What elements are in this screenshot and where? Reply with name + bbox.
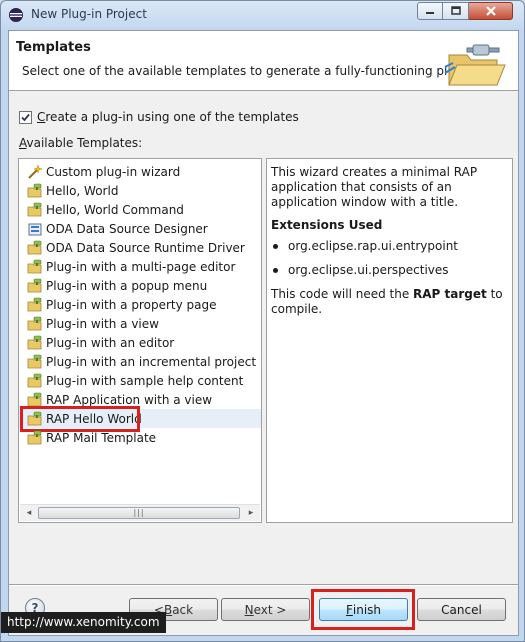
cancel-button[interactable]: Cancel <box>417 598 506 621</box>
horizontal-scrollbar[interactable]: ◂ ||| ▸ <box>20 504 260 521</box>
plugin-template-icon <box>27 430 42 444</box>
plugin-template-icon <box>27 335 42 349</box>
next-button[interactable]: Next > <box>221 598 310 621</box>
template-item-label: RAP Application with a view <box>46 392 213 407</box>
scroll-right-arrow[interactable]: ▸ <box>244 507 258 520</box>
template-item-label: Plug-in with a view <box>46 316 159 331</box>
template-item-label: ODA Data Source Designer <box>46 221 208 236</box>
plugin-template-icon <box>27 259 42 273</box>
title-bar[interactable]: New Plug-in Project <box>1 1 524 29</box>
available-templates-label: Available Templates: <box>19 136 143 150</box>
watermark-url: http://www.xenomity.com <box>1 612 166 633</box>
wand-icon <box>28 163 43 179</box>
plugin-template-icon <box>27 240 42 254</box>
template-item[interactable]: ODA Data Source Designer <box>19 219 261 238</box>
template-item[interactable]: Plug-in with an editor <box>19 333 261 352</box>
template-item-label: Plug-in with a popup menu <box>46 278 208 293</box>
scroll-thumb[interactable]: ||| <box>38 507 240 519</box>
template-item[interactable]: Plug-in with a multi-page editor <box>19 257 261 276</box>
plugin-template-icon <box>27 373 42 387</box>
extension-item: org.eclipse.ui.perspectives <box>271 263 508 278</box>
extension-item: org.eclipse.rap.ui.entrypoint <box>271 239 508 254</box>
template-item-label: Plug-in with an incremental project buil… <box>46 354 261 369</box>
template-description: This wizard creates a minimal RAP applic… <box>266 158 513 523</box>
plugin-template-icon <box>27 354 42 368</box>
create-from-template-label: Create a plug-in using one of the templa… <box>37 110 299 124</box>
description-note: This code will need the RAP target to co… <box>271 287 503 316</box>
wizard-banner: Templates Select one of the available te… <box>9 31 518 91</box>
template-item-label: Hello, World <box>46 183 119 198</box>
template-item[interactable]: ODA Data Source Runtime Driver <box>19 238 261 257</box>
template-item-label: Plug-in with a property page <box>46 297 217 312</box>
template-item-label: Plug-in with a multi-page editor <box>46 259 236 274</box>
button-bar-separator <box>9 584 518 586</box>
template-item[interactable]: Plug-in with a view <box>19 314 261 333</box>
wizard-client-area: Templates Select one of the available te… <box>8 30 519 636</box>
plugin-template-icon <box>27 183 42 197</box>
template-item-label: Plug-in with an editor <box>46 335 175 350</box>
template-item-label: Plug-in with sample help content <box>46 373 244 388</box>
minimize-icon <box>426 12 434 14</box>
checkmark-icon <box>21 113 30 121</box>
plugin-template-icon <box>27 316 42 330</box>
folder-plug-wizard-icon <box>444 44 506 86</box>
page-title: Templates <box>16 40 91 55</box>
template-item[interactable]: Plug-in with sample help content <box>19 371 261 390</box>
maximize-icon <box>450 6 461 15</box>
description-intro: This wizard creates a minimal RAP applic… <box>271 165 478 209</box>
wizard-window: New Plug-in Project Templates Select one… <box>0 0 525 642</box>
create-from-template-option[interactable]: Create a plug-in using one of the templa… <box>19 110 299 124</box>
template-item[interactable]: Custom plug-in wizard <box>19 162 261 181</box>
maximize-button[interactable] <box>443 2 469 20</box>
close-icon <box>485 6 496 16</box>
minimize-button[interactable] <box>417 2 443 20</box>
scroll-left-arrow[interactable]: ◂ <box>22 507 36 520</box>
template-item[interactable]: RAP Mail Template <box>19 428 261 447</box>
create-from-template-checkbox[interactable] <box>19 110 32 124</box>
template-item-label: ODA Data Source Runtime Driver <box>46 240 245 255</box>
page-description: Select one of the available templates to… <box>22 64 482 78</box>
plugin-template-icon <box>27 202 42 216</box>
template-item-label: Hello, World Command <box>46 202 184 217</box>
finish-highlight-annotation <box>311 589 415 630</box>
templates-list[interactable]: Custom plug-in wizard Hello, World Hello, … <box>18 158 262 523</box>
window-title: New Plug-in Project <box>31 7 147 21</box>
template-item[interactable]: Plug-in with a popup menu <box>19 276 261 295</box>
template-item-label: RAP Mail Template <box>46 430 157 445</box>
template-item[interactable]: Plug-in with a property page <box>19 295 261 314</box>
template-item[interactable]: Hello, World <box>19 181 261 200</box>
close-button[interactable] <box>469 2 513 20</box>
template-item[interactable]: Plug-in with an incremental project buil… <box>19 352 261 371</box>
eclipse-icon <box>9 8 23 22</box>
plugin-template-icon <box>27 278 42 292</box>
oda-icon <box>28 223 42 235</box>
plugin-template-icon <box>27 297 42 311</box>
template-item-label: Custom plug-in wizard <box>46 164 181 179</box>
template-item[interactable]: Hello, World Command <box>19 200 261 219</box>
extensions-heading: Extensions Used <box>271 218 383 232</box>
